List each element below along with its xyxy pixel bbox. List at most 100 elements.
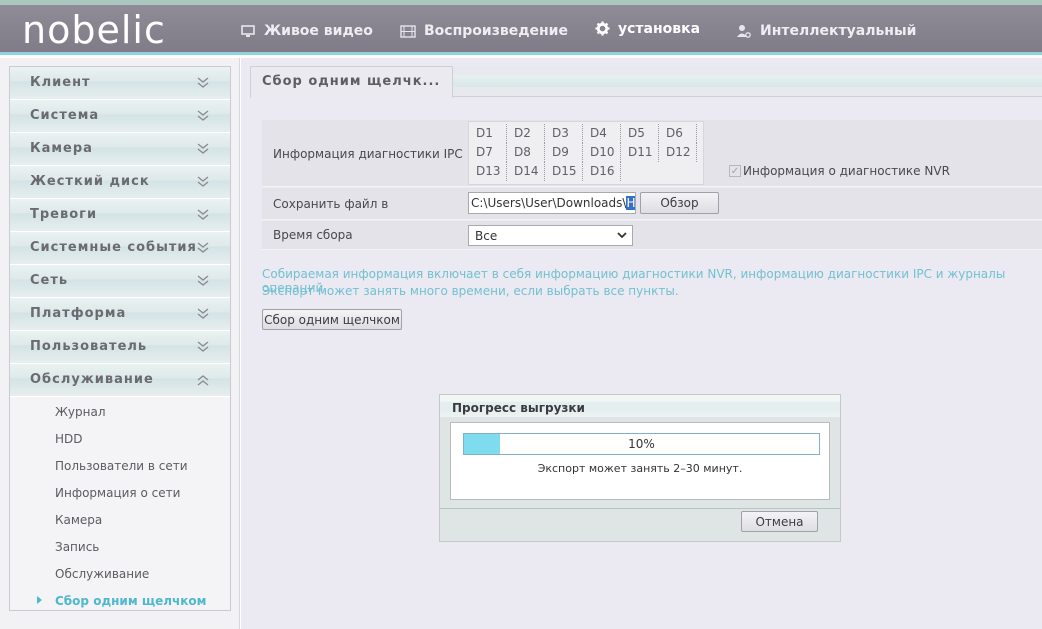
nav-playback[interactable]: Воспроизведение	[400, 5, 568, 57]
save-path-input[interactable]: C:\Users\User\Downloads\H	[468, 192, 636, 214]
nvr-diagnostics-checkbox[interactable]: ✓ Информация о диагностике NVR	[729, 164, 950, 178]
nav-playback-label: Воспроизведение	[424, 23, 568, 39]
collect-time-value: Все	[475, 229, 498, 243]
submenu-item-log[interactable]: Журнал	[10, 399, 230, 426]
nav-intelligent[interactable]: Интеллектуальный	[736, 5, 916, 57]
sidebar-item-maintenance[interactable]: Обслуживание	[10, 364, 230, 397]
save-path-text: C:\Users\User\Downloads\	[471, 196, 627, 210]
tab-one-click-collect[interactable]: Сбор одним щелчк...	[250, 66, 453, 98]
collect-time-label: Время сбора	[273, 228, 353, 242]
ipc-channel-checkbox[interactable]: D11	[621, 143, 659, 162]
ipc-channel-checkbox[interactable]: D3	[545, 124, 583, 143]
chevron-down-icon	[197, 110, 209, 121]
tab-label: Сбор одним щелчк...	[262, 74, 441, 89]
ipc-channel-checkbox[interactable]: D7	[469, 143, 507, 162]
save-path-selection: H	[626, 196, 636, 210]
ipc-channel-checkbox[interactable]: D10	[583, 143, 621, 162]
submenu-item-record[interactable]: Запись	[10, 534, 230, 561]
ipc-channel-checkbox[interactable]: D16	[583, 162, 621, 181]
sidebar-item-hdd[interactable]: Жесткий диск	[10, 166, 230, 199]
submenu-item-maintenance[interactable]: Обслуживание	[10, 561, 230, 588]
submenu-item-hdd[interactable]: HDD	[10, 426, 230, 453]
sidebar-item-label: Клиент	[30, 75, 91, 90]
chevron-down-icon	[197, 176, 209, 187]
progress-percent: 10%	[628, 437, 655, 451]
submenu-item-label: Запись	[55, 540, 100, 554]
checkbox-check-icon: ✓	[729, 165, 741, 177]
sidebar-item-user[interactable]: Пользователь	[10, 331, 230, 364]
ipc-channel-checkbox[interactable]: D14	[507, 162, 545, 181]
submenu-item-label: Сбор одним щелчком	[55, 594, 207, 608]
export-progress-dialog: Прогресс выгрузки 10% Экспорт может заня…	[439, 394, 841, 542]
submenu-item-online-users[interactable]: Пользователи в сети	[10, 453, 230, 480]
ipc-channel-checkbox[interactable]: D8	[507, 143, 545, 162]
sidebar-item-system-events[interactable]: Системные события	[10, 232, 230, 265]
chevron-down-icon	[197, 209, 209, 220]
cancel-button[interactable]: Отмена	[741, 511, 818, 532]
ipc-channel-checkbox[interactable]: D13	[469, 162, 507, 181]
export-progress-bar: 10%	[463, 433, 820, 455]
dialog-divider	[440, 508, 840, 509]
sidebar-item-alarms[interactable]: Тревоги	[10, 199, 230, 232]
browse-button[interactable]: Обзор	[640, 192, 719, 214]
export-duration-note: Экспорт может занять 2–30 минут.	[537, 462, 743, 475]
sidebar-item-system[interactable]: Система	[10, 100, 230, 133]
chevron-down-icon	[197, 77, 209, 88]
sidebar-item-network[interactable]: Сеть	[10, 265, 230, 298]
user-settings-icon	[736, 23, 752, 39]
gear-icon	[594, 21, 610, 37]
save-path-label: Сохранить файл в	[273, 197, 389, 211]
sidebar-item-client[interactable]: Клиент	[10, 67, 230, 100]
chevron-down-icon	[197, 341, 209, 352]
submenu-item-label: Обслуживание	[55, 567, 150, 581]
submenu-item-camera[interactable]: Камера	[10, 507, 230, 534]
chevron-up-icon	[197, 375, 209, 386]
sidebar-item-label: Обслуживание	[30, 372, 154, 387]
ipc-channel-checkbox[interactable]: D1	[469, 124, 507, 143]
submenu-item-label: HDD	[55, 432, 83, 446]
sidebar: Клиент Система Камера Жесткий диск Трево…	[9, 66, 231, 611]
dialog-title: Прогресс выгрузки	[452, 401, 585, 415]
ipc-channel-checkbox[interactable]: D12	[659, 143, 697, 162]
brand-logo: nobelic	[22, 8, 166, 52]
dialog-body: 10% Экспорт может занять 2–30 минут.	[450, 422, 830, 500]
submenu-item-one-click-collect[interactable]: Сбор одним щелчком	[10, 588, 230, 615]
nvr-diagnostics-label: Информация о диагностике NVR	[743, 164, 950, 178]
sidebar-item-label: Тревоги	[30, 207, 98, 222]
chevron-down-icon	[197, 275, 209, 286]
ipc-channel-checkbox[interactable]: D9	[545, 143, 583, 162]
ipc-channel-checkbox[interactable]: D4	[583, 124, 621, 143]
sidebar-item-label: Сеть	[30, 273, 69, 288]
monitor-icon	[240, 23, 256, 39]
dialog-title-bar: Прогресс выгрузки	[440, 395, 840, 417]
chevron-down-icon	[617, 232, 627, 239]
selected-arrow-icon	[37, 596, 42, 604]
chevron-down-icon	[197, 242, 209, 253]
maintenance-submenu: Журнал HDD Пользователи в сети Информаци…	[10, 397, 230, 615]
film-icon	[400, 23, 416, 39]
header-accent-line	[0, 52, 1042, 55]
nav-live-video[interactable]: Живое видео	[240, 5, 373, 57]
nav-intelligent-label: Интеллектуальный	[760, 23, 917, 39]
ipc-channel-checkbox[interactable]: D2	[507, 124, 545, 143]
ipc-channel-checkbox[interactable]: D15	[545, 162, 583, 181]
collect-time-select[interactable]: Все	[468, 225, 633, 246]
sidebar-item-camera[interactable]: Камера	[10, 133, 230, 166]
sidebar-item-label: Камера	[30, 141, 93, 156]
sidebar-item-label: Жесткий диск	[30, 174, 150, 189]
submenu-item-label: Информация о сети	[55, 486, 181, 500]
nav-setup[interactable]: установка	[574, 5, 709, 55]
ipc-channel-checkbox[interactable]: D5	[621, 124, 659, 143]
sidebar-item-label: Платформа	[30, 306, 127, 321]
sidebar-item-platform[interactable]: Платформа	[10, 298, 230, 331]
chevron-down-icon	[197, 143, 209, 154]
ipc-channel-checkbox[interactable]: D6	[659, 124, 697, 143]
ipc-diagnostics-label: Информация диагностики IPC	[273, 147, 463, 161]
sidebar-item-label: Система	[30, 108, 100, 123]
one-click-collect-button[interactable]: Сбор одним щелчком	[262, 309, 402, 330]
submenu-item-label: Журнал	[55, 405, 106, 419]
submenu-item-network-info[interactable]: Информация о сети	[10, 480, 230, 507]
submenu-item-label: Камера	[55, 513, 103, 527]
submenu-item-label: Пользователи в сети	[55, 459, 188, 473]
chevron-down-icon	[197, 308, 209, 319]
